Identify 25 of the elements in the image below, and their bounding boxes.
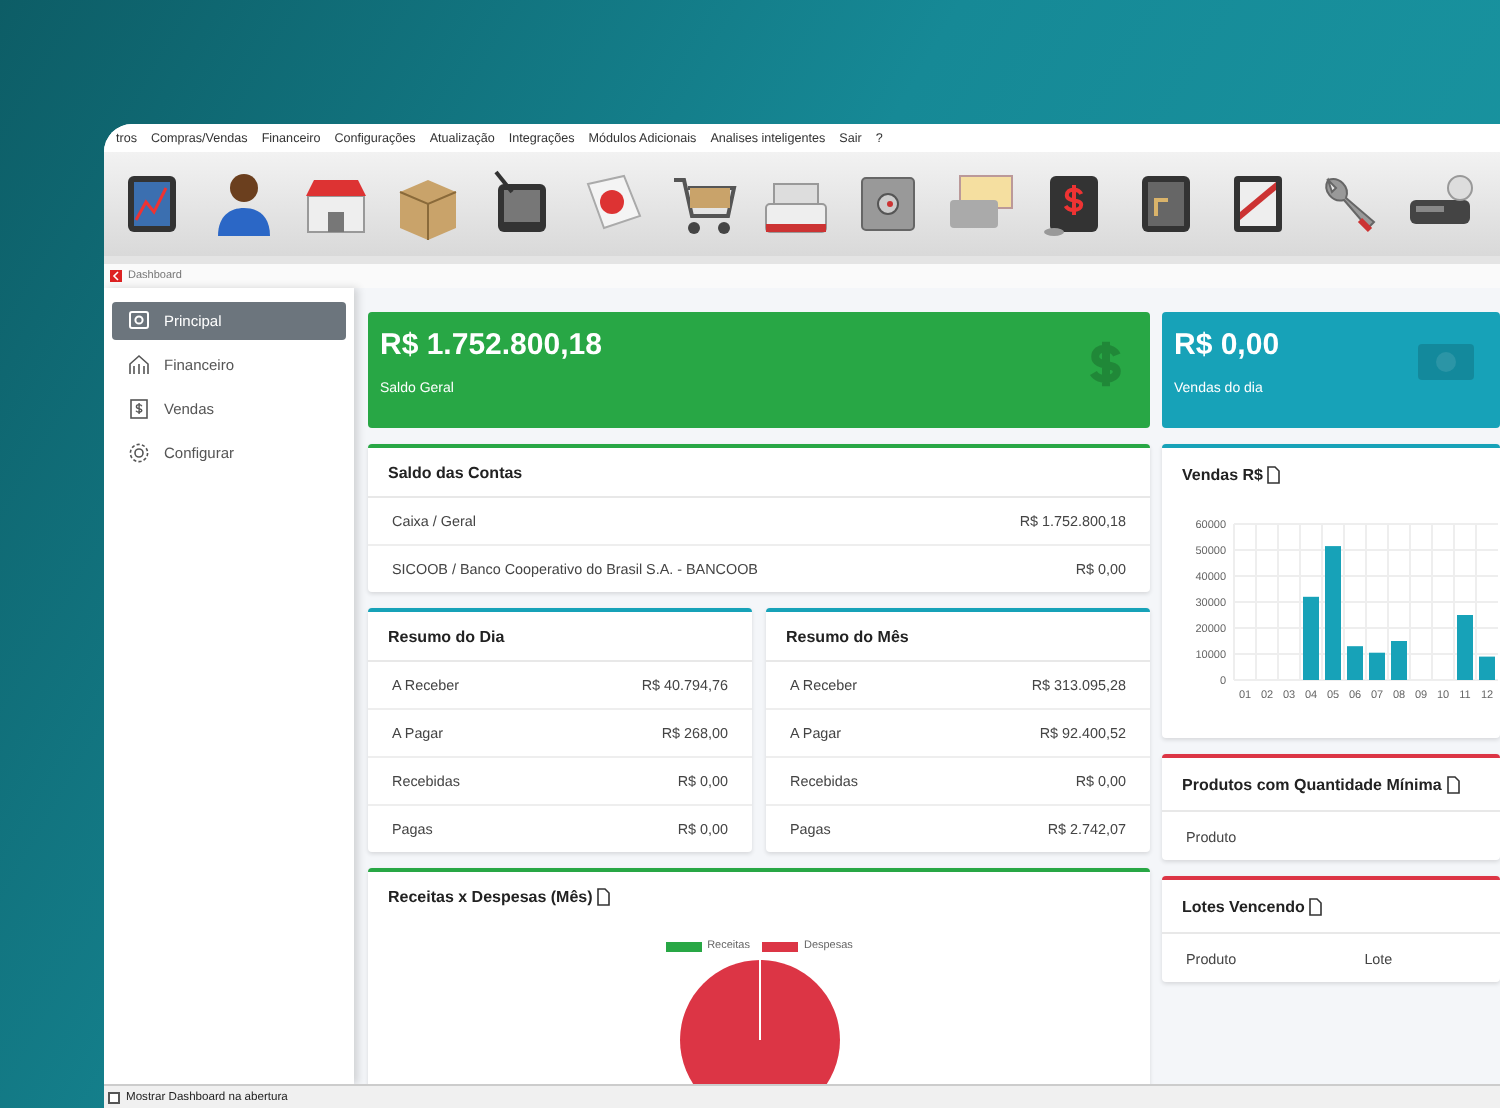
- image-icon: [128, 310, 150, 332]
- bar: [1457, 615, 1473, 680]
- bar: [1347, 646, 1363, 680]
- card-title: Receitas x Despesas (Mês): [388, 887, 593, 905]
- app-logo-icon: [110, 270, 122, 282]
- card-title: Produtos com Quantidade Mínima: [1182, 775, 1442, 793]
- bar: [1303, 596, 1319, 680]
- card-title: Vendas R$: [1182, 465, 1263, 483]
- document-icon: [1308, 897, 1323, 915]
- stat-value: R$ 0,00: [1174, 328, 1280, 362]
- bar: [1391, 641, 1407, 680]
- bar: [1369, 652, 1385, 680]
- document-icon: [1445, 775, 1460, 793]
- card-title: Saldo das Contas: [388, 463, 523, 481]
- stat-value: R$ 1.752.800,18: [380, 328, 602, 362]
- card-title: Lotes Vencendo: [1182, 897, 1305, 915]
- checkbox[interactable]: [108, 1091, 120, 1103]
- document-icon: [596, 887, 611, 905]
- dollar-icon: [128, 398, 150, 420]
- document-icon: [1266, 465, 1281, 483]
- gear-icon: [128, 442, 150, 464]
- bar: [1479, 656, 1495, 680]
- card-title: Resumo do Dia: [388, 627, 505, 645]
- bar: [1325, 546, 1341, 680]
- card-title: Resumo do Mês: [786, 627, 909, 645]
